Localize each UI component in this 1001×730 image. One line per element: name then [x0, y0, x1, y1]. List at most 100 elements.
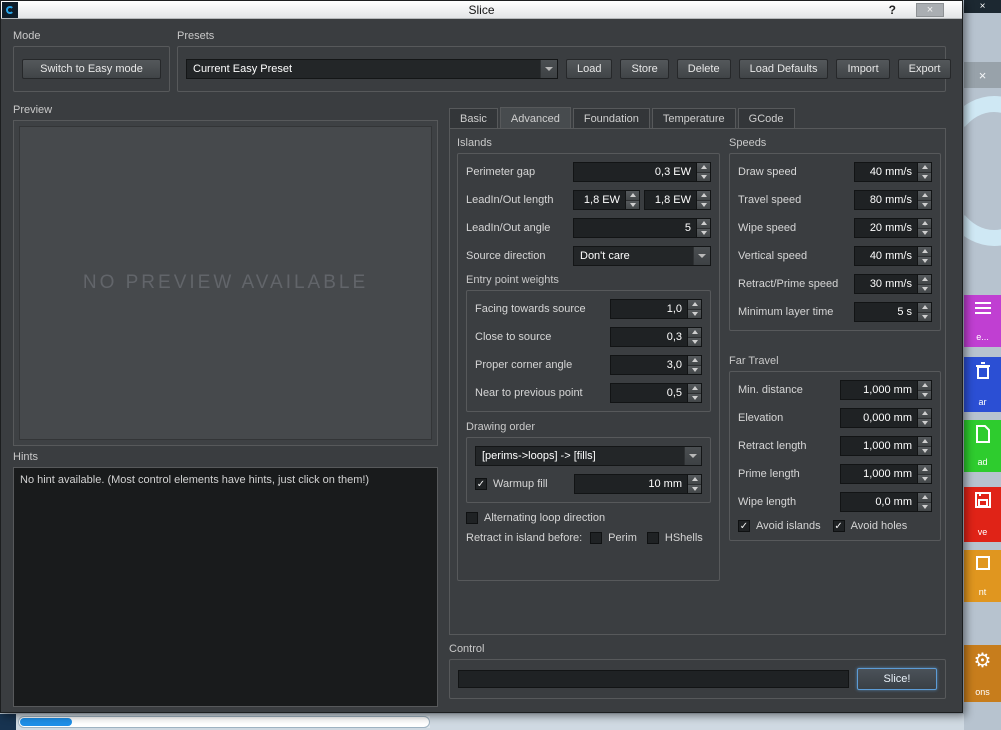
prime-length-field[interactable]: 1,000 mm: [840, 464, 932, 484]
spinner-buttons[interactable]: [917, 381, 931, 399]
retract-hshells-checkbox[interactable]: [647, 532, 659, 544]
warmup-fill-checkbox[interactable]: ✓: [475, 478, 487, 490]
avoid-holes-checkbox[interactable]: ✓: [833, 520, 845, 532]
side-button-1[interactable]: e...: [964, 295, 1001, 347]
spinner-buttons[interactable]: [917, 493, 931, 511]
side-button-3[interactable]: ad: [964, 420, 1001, 472]
wipe-speed-field[interactable]: 20 mm/s: [854, 218, 932, 238]
avoid-holes-label: Avoid holes: [851, 520, 908, 532]
proper-corner-angle-field[interactable]: 3,0: [610, 355, 702, 375]
close-button[interactable]: ×: [916, 3, 944, 17]
spinner-buttons[interactable]: [687, 384, 701, 402]
avoid-islands-checkbox[interactable]: ✓: [738, 520, 750, 532]
load-button[interactable]: Load: [566, 59, 612, 79]
store-button[interactable]: Store: [620, 59, 668, 79]
drawing-order-combobox[interactable]: [perims->loops] -> [fills]: [475, 446, 702, 466]
retract-prime-speed-field[interactable]: 30 mm/s: [854, 274, 932, 294]
side-button-label: ar: [978, 397, 986, 407]
spinner-buttons[interactable]: [917, 219, 931, 237]
help-button[interactable]: ?: [889, 3, 896, 17]
tab-advanced[interactable]: Advanced: [500, 107, 571, 129]
retract-in-island-label: Retract in island before:: [466, 532, 582, 544]
spinner-buttons[interactable]: [696, 219, 710, 237]
slice-dialog: Slice ? × Mode Switch to Easy mode Prese…: [0, 0, 963, 713]
travel-speed-value: 80 mm/s: [855, 191, 917, 209]
retract-perim-checkbox[interactable]: [590, 532, 602, 544]
spinner-buttons[interactable]: [917, 409, 931, 427]
side-button-2[interactable]: ar: [964, 357, 1001, 412]
close-icon: ×: [979, 68, 987, 83]
save-icon: [975, 492, 991, 508]
spinner-buttons[interactable]: [687, 300, 701, 318]
close-to-source-field[interactable]: 0,3: [610, 327, 702, 347]
min-distance-label: Min. distance: [738, 384, 840, 396]
source-direction-combobox[interactable]: Don't care: [573, 246, 711, 266]
entry-point-weights-group: Entry point weights Facing towards sourc…: [466, 274, 711, 412]
spinner-buttons[interactable]: [696, 163, 710, 181]
travel-speed-field[interactable]: 80 mm/s: [854, 190, 932, 210]
tab-foundation[interactable]: Foundation: [573, 108, 650, 129]
tab-gcode[interactable]: GCode: [738, 108, 795, 129]
chevron-down-icon[interactable]: [540, 60, 557, 78]
wipe-length-field[interactable]: 0,0 mm: [840, 492, 932, 512]
warmup-fill-field[interactable]: 10 mm: [574, 474, 702, 494]
warmup-fill-value: 10 mm: [575, 475, 687, 493]
spinner-buttons[interactable]: [687, 356, 701, 374]
spinner-buttons[interactable]: [917, 437, 931, 455]
chevron-down-icon[interactable]: [693, 247, 710, 265]
background-close-icon[interactable]: ×: [980, 1, 986, 12]
perimeter-gap-label: Perimeter gap: [466, 166, 573, 178]
export-button[interactable]: Export: [898, 59, 952, 79]
presets-group: Presets Current Easy Preset Load Store D…: [177, 30, 946, 92]
leadout-length-field[interactable]: 1,8 EW: [644, 190, 711, 210]
switch-easy-mode-button[interactable]: Switch to Easy mode: [22, 59, 161, 79]
spinner-buttons[interactable]: [687, 328, 701, 346]
leadin-length-value: 1,8 EW: [574, 191, 625, 209]
spinner-buttons[interactable]: [696, 191, 710, 209]
facing-towards-source-label: Facing towards source: [475, 303, 610, 315]
spinner-buttons[interactable]: [917, 247, 931, 265]
spinner-buttons[interactable]: [917, 465, 931, 483]
alternating-loop-direction-checkbox[interactable]: [466, 512, 478, 524]
near-previous-point-field[interactable]: 0,5: [610, 383, 702, 403]
vertical-speed-field[interactable]: 40 mm/s: [854, 246, 932, 266]
spinner-buttons[interactable]: [917, 303, 931, 321]
side-button-options[interactable]: ⚙ ons: [964, 645, 1001, 702]
titlebar[interactable]: Slice ? ×: [1, 1, 962, 19]
facing-towards-source-field[interactable]: 1,0: [610, 299, 702, 319]
elevation-value: 0,000 mm: [841, 409, 917, 427]
side-button-4[interactable]: ve: [964, 487, 1001, 542]
slice-button[interactable]: Slice!: [857, 668, 937, 690]
side-button-5[interactable]: nt: [964, 550, 1001, 602]
mode-group-label: Mode: [13, 30, 170, 43]
minimum-layer-time-label: Minimum layer time: [738, 306, 854, 318]
background-panel-close-button[interactable]: ×: [964, 62, 1001, 88]
preset-combobox[interactable]: Current Easy Preset: [186, 59, 558, 79]
spinner-buttons[interactable]: [917, 191, 931, 209]
elevation-field[interactable]: 0,000 mm: [840, 408, 932, 428]
min-distance-field[interactable]: 1,000 mm: [840, 380, 932, 400]
spinner-buttons[interactable]: [625, 191, 639, 209]
background-app-panel: × × e... ar ad ve nt ⚙ ons: [964, 0, 1001, 730]
hints-box: No hint available. (Most control element…: [13, 467, 438, 707]
spinner-buttons[interactable]: [917, 275, 931, 293]
background-logo-arc: [964, 96, 1001, 246]
tab-basic[interactable]: Basic: [449, 108, 498, 129]
retract-length-field[interactable]: 1,000 mm: [840, 436, 932, 456]
leadin-length-field[interactable]: 1,8 EW: [573, 190, 640, 210]
draw-speed-field[interactable]: 40 mm/s: [854, 162, 932, 182]
spinner-buttons[interactable]: [687, 475, 701, 493]
perimeter-gap-field[interactable]: 0,3 EW: [573, 162, 711, 182]
side-button-label: nt: [979, 587, 987, 597]
spinner-buttons[interactable]: [917, 163, 931, 181]
minimum-layer-time-field[interactable]: 5 s: [854, 302, 932, 322]
delete-button[interactable]: Delete: [677, 59, 731, 79]
import-button[interactable]: Import: [836, 59, 889, 79]
proper-corner-angle-value: 3,0: [611, 356, 687, 374]
side-button-label: ve: [978, 527, 988, 537]
leadinout-angle-field[interactable]: 5: [573, 218, 711, 238]
chevron-down-icon[interactable]: [684, 447, 701, 465]
advanced-tab-panel: Islands Perimeter gap 0,3 EW LeadIn/Out …: [449, 128, 946, 635]
load-defaults-button[interactable]: Load Defaults: [739, 59, 829, 79]
tab-temperature[interactable]: Temperature: [652, 108, 736, 129]
